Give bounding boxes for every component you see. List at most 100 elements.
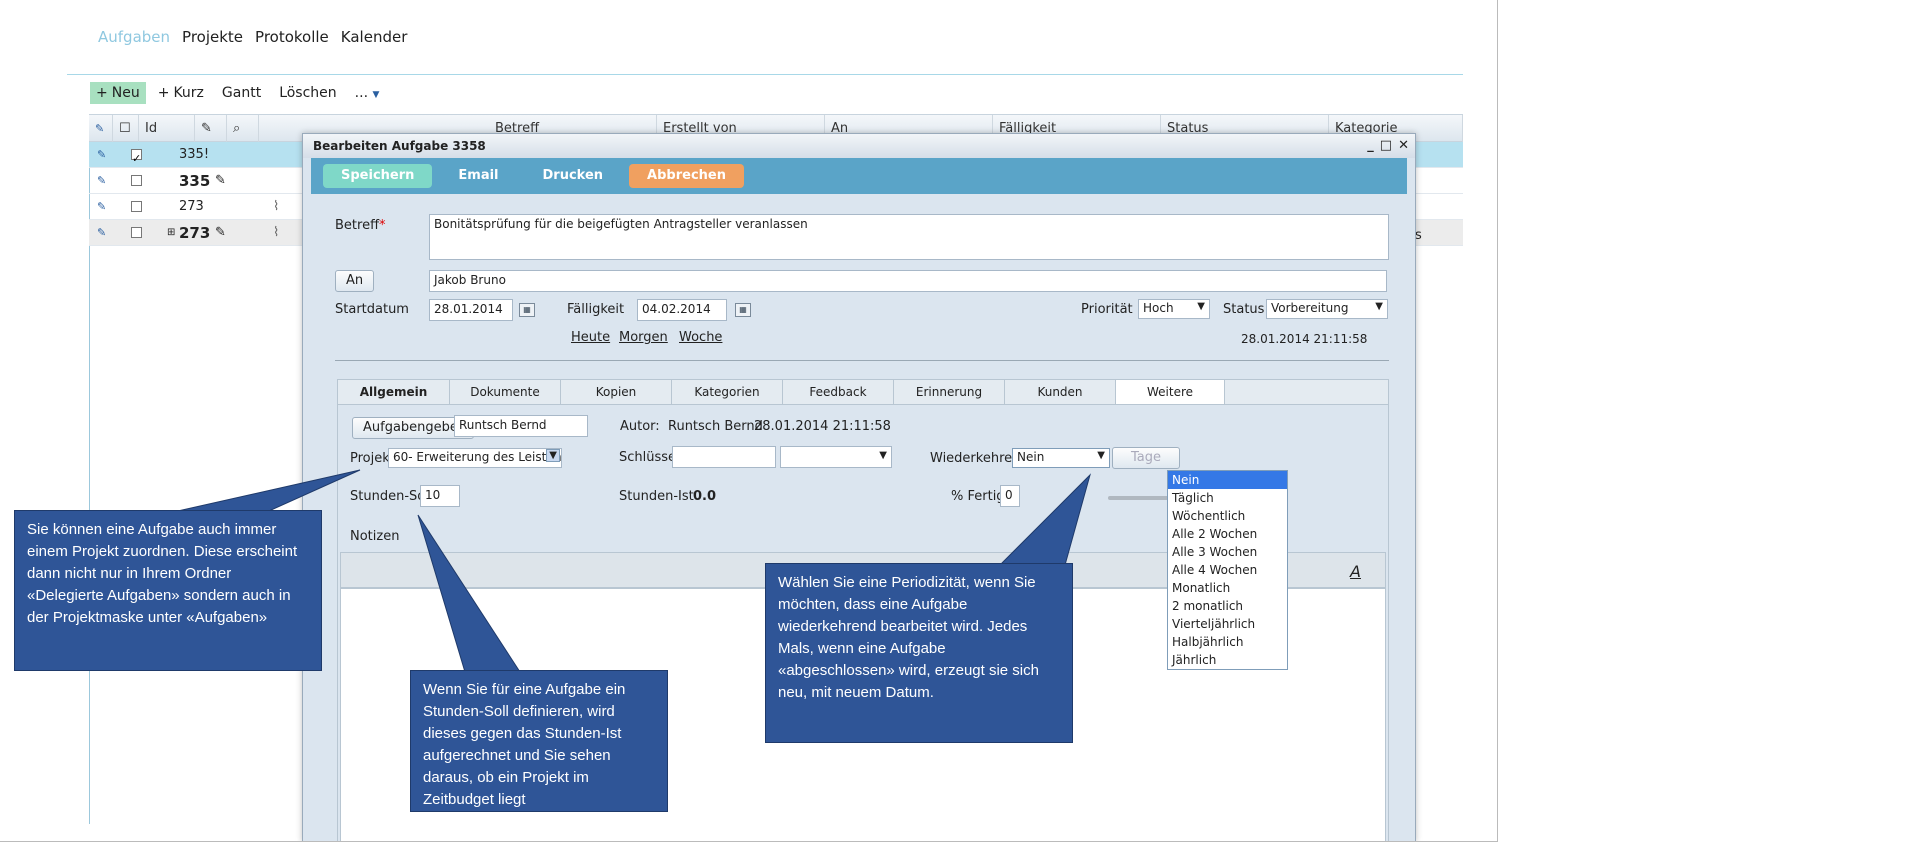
row-checkbox[interactable] [131, 194, 142, 220]
row-id: 335! [179, 147, 210, 162]
tab-kunden[interactable]: Kunden [1005, 380, 1116, 404]
select-column-icon: ☐ [113, 115, 139, 143]
tab-kategorien[interactable]: Kategorien [672, 380, 783, 404]
dialog-toolbar: Speichern Email Drucken Abbrechen [311, 158, 1407, 194]
subject-label: Betreff* [335, 218, 386, 233]
caret-down-icon: ▼ [1097, 450, 1105, 461]
percent-label: % Fertig [951, 489, 1005, 504]
key-label: Schlüssel [619, 450, 680, 465]
recurring-select[interactable]: Nein ▼ [1012, 448, 1110, 468]
hours-target-input[interactable]: 10 [420, 485, 460, 507]
nav-projekte[interactable]: Projekte [182, 28, 243, 46]
gantt-button[interactable]: Gantt [216, 82, 267, 104]
nav-aufgaben[interactable]: Aufgaben [98, 28, 170, 46]
tab-allgemein[interactable]: Allgemein [338, 380, 450, 404]
due-date-input[interactable]: 04.02.2014 [637, 299, 727, 321]
percent-input[interactable]: 0 [1000, 485, 1020, 507]
tab-kopien[interactable]: Kopien [561, 380, 672, 404]
close-icon[interactable]: ✕ [1398, 134, 1409, 158]
percent-slider[interactable] [1108, 496, 1176, 500]
tab-feedback[interactable]: Feedback [783, 380, 894, 404]
status-label: Status [1223, 302, 1265, 317]
hours-callout: Wenn Sie für eine Aufgabe ein Stunden-So… [410, 670, 668, 812]
edit-icon[interactable]: ✎ [97, 194, 106, 220]
row-checkbox[interactable] [131, 142, 142, 172]
recurring-option[interactable]: Jährlich [1168, 651, 1287, 669]
delete-button[interactable]: Löschen [273, 82, 342, 104]
tab-weitere[interactable]: Weitere [1116, 380, 1225, 404]
font-style-icon[interactable]: A [1350, 562, 1361, 581]
recurring-option[interactable]: Nein [1168, 471, 1287, 489]
subject-label-text: Betreff [335, 218, 380, 233]
recurring-value: Nein [1017, 450, 1045, 464]
days-button[interactable]: Tage [1112, 447, 1180, 469]
more-label: ... [354, 85, 369, 101]
new-button[interactable]: + Neu [90, 82, 146, 104]
status-select[interactable]: Vorbereitung ▼ [1266, 299, 1388, 319]
edit-icon[interactable]: ✎ [97, 168, 106, 194]
note-icon: ✎ [215, 173, 226, 188]
plus-icon: + [157, 85, 170, 101]
to-input[interactable]: Jakob Bruno [429, 270, 1387, 292]
list-toolbar: + Neu + Kurz Gantt Löschen ... ▼ [90, 82, 385, 104]
caret-down-icon: ▼ [879, 450, 887, 461]
new-label: Neu [111, 85, 140, 101]
edit-icon[interactable]: ✎ [97, 142, 106, 168]
quick-today-link[interactable]: Heute [571, 330, 610, 345]
row-checkbox[interactable] [131, 220, 142, 246]
subject-input[interactable]: Bonitätsprüfung für die beigefügten Antr… [429, 214, 1389, 260]
recurring-option[interactable]: Vierteljährlich [1168, 615, 1287, 633]
column-id[interactable]: Id [139, 115, 195, 143]
nav-protokolle[interactable]: Protokolle [255, 28, 329, 46]
key-select[interactable]: ▼ [780, 446, 892, 468]
row-id: 335 [179, 172, 211, 190]
recurring-option[interactable]: Wöchentlich [1168, 507, 1287, 525]
nav-divider [67, 74, 1463, 75]
hours-actual-label: Stunden-Ist [619, 489, 694, 504]
email-button[interactable]: Email [440, 164, 516, 188]
edit-icon[interactable]: ✎ [97, 220, 106, 246]
short-button[interactable]: + Kurz [152, 82, 210, 104]
quick-week-link[interactable]: Woche [679, 330, 722, 345]
tab-erinnerung[interactable]: Erinnerung [894, 380, 1005, 404]
note-icon: ✎ [215, 225, 226, 240]
attachment-column-icon: ⌕ [227, 115, 259, 143]
quick-tomorrow-link[interactable]: Morgen [619, 330, 668, 345]
row-checkbox[interactable] [131, 168, 142, 194]
expand-icon[interactable]: ⊞ [167, 220, 175, 246]
tab-dokumente[interactable]: Dokumente [450, 380, 561, 404]
priority-select[interactable]: Hoch ▼ [1138, 299, 1210, 319]
dialog-title: Bearbeiten Aufgabe 3358 [313, 139, 486, 153]
assigner-input[interactable]: Runtsch Bernd [454, 415, 588, 437]
short-label: Kurz [173, 85, 204, 101]
edit-column-icon: ✎ [89, 115, 113, 143]
recurring-option[interactable]: Halbjährlich [1168, 633, 1287, 651]
project-select[interactable]: 60- Erweiterung des Leistungs ▼ [388, 448, 562, 468]
start-date-input[interactable]: 28.01.2014 [429, 299, 513, 321]
recurring-option[interactable]: Monatlich [1168, 579, 1287, 597]
recurring-option[interactable]: Täglich [1168, 489, 1287, 507]
caret-down-icon: ▼ [546, 449, 560, 462]
maximize-icon[interactable]: □ [1380, 134, 1392, 158]
key-input[interactable] [672, 446, 776, 468]
print-button[interactable]: Drucken [525, 164, 622, 188]
recurring-option[interactable]: Alle 3 Wochen [1168, 543, 1287, 561]
status-value: Vorbereitung [1271, 301, 1349, 315]
minimize-icon[interactable]: _ [1367, 134, 1374, 158]
more-button[interactable]: ... ▼ [349, 82, 386, 104]
recurring-callout: Wählen Sie eine Periodizität, wenn Sie m… [765, 563, 1073, 743]
plus-icon: + [96, 85, 108, 101]
row-id: 273 [179, 224, 211, 242]
recurring-option[interactable]: Alle 4 Wochen [1168, 561, 1287, 579]
cancel-button[interactable]: Abbrechen [629, 164, 744, 188]
dialog-titlebar[interactable]: Bearbeiten Aufgabe 3358 _ □ ✕ [303, 134, 1415, 158]
save-button[interactable]: Speichern [323, 164, 433, 188]
calendar-icon[interactable]: ▦ [735, 303, 751, 317]
recurring-option[interactable]: Alle 2 Wochen [1168, 525, 1287, 543]
calendar-icon[interactable]: ▦ [519, 303, 535, 317]
to-button[interactable]: An [335, 270, 375, 292]
author-label: Autor: [620, 419, 660, 434]
recurring-option[interactable]: 2 monatlich [1168, 597, 1287, 615]
nav-kalender[interactable]: Kalender [341, 28, 408, 46]
tab-bar: Allgemein Dokumente Kopien Kategorien Fe… [337, 379, 1389, 405]
